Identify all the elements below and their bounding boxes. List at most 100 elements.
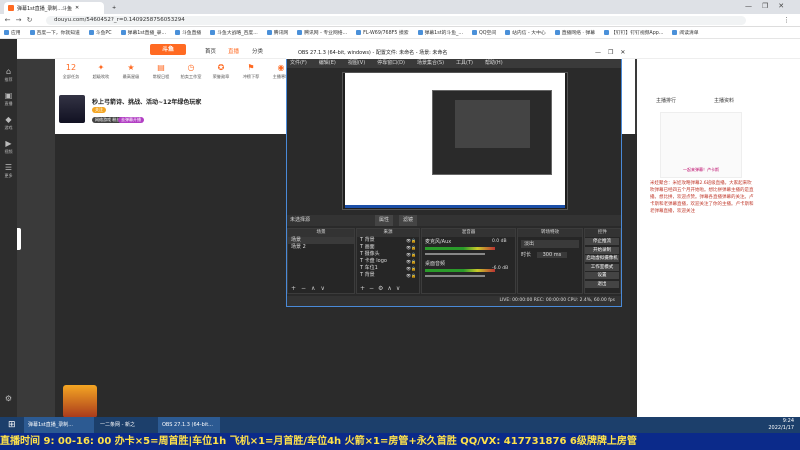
volume-slider[interactable] [425, 275, 485, 277]
scene-item[interactable]: 场景 2 [288, 244, 354, 251]
source-item[interactable]: T 背景 👁🔒 [357, 237, 419, 244]
bookmark-icon [297, 30, 303, 35]
duration-input[interactable]: 300 ms [536, 252, 568, 258]
bookmark-label: FL-W69/768F5 摸索 [363, 31, 409, 36]
bookmark-item[interactable]: 弹幕1st直播_录... [120, 29, 166, 36]
source-item[interactable]: T 背景 👁🔒 [357, 272, 419, 279]
visibility-lock-icon[interactable]: 👁🔒 [406, 244, 416, 251]
douyu-logo[interactable]: 斗鱼 [150, 44, 186, 55]
nav-home[interactable]: 首页 [205, 47, 216, 55]
visibility-lock-icon[interactable]: 👁🔒 [406, 251, 416, 258]
header-item[interactable]: 12 全部任务 [58, 62, 84, 84]
source-item[interactable]: T 摄像头 👁🔒 [357, 251, 419, 258]
source-item[interactable]: T 车位1 👁🔒 [357, 265, 419, 272]
obs-menu-item[interactable]: 停靠窗口(D) [377, 59, 405, 68]
header-item[interactable]: ✦ 超级吹吹 [88, 62, 114, 84]
header-item-label: 荣誉勋章 [212, 74, 230, 79]
bookmark-item[interactable]: 斗鱼PC [88, 29, 112, 36]
scene-item[interactable]: 场景 [288, 237, 354, 244]
sidebar-item-live[interactable]: ▣ 直播 [2, 91, 15, 111]
tab-anchor-rank[interactable]: 主播排行 [656, 97, 676, 104]
nav-category[interactable]: 分类 [252, 47, 263, 55]
close-icon[interactable]: ✕ [75, 5, 79, 11]
status-badge[interactable]: 关注 [92, 107, 106, 113]
nav-live[interactable]: 直播 [228, 47, 239, 55]
obs-window-controls[interactable]: —❐✕ [595, 49, 632, 56]
source-item[interactable]: T 卡盘 logo 👁🔒 [357, 258, 419, 265]
bookmark-item[interactable]: 斗鱼大战略_百度... [210, 29, 258, 36]
obs-menu-item[interactable]: 编辑(E) [319, 59, 336, 68]
transitions-title: 转场特效 [518, 229, 582, 237]
header-item[interactable]: ✪ 荣誉勋章 [208, 62, 234, 84]
bookmark-item[interactable]: 应用 [4, 29, 21, 36]
obs-control-button[interactable]: 设置 [585, 272, 619, 279]
douyu-favicon-icon [8, 5, 14, 11]
sidebar-item-home[interactable]: ⌂ 推荐 [2, 67, 15, 87]
bookmark-item[interactable]: 直播网络 · 弹幕 [554, 29, 595, 36]
browser-tab[interactable]: 弹幕1st直播_录制...斗鱼 ✕ [4, 2, 104, 14]
tab-anchor-info[interactable]: 主播资料 [714, 97, 734, 104]
controls-title: 控件 [585, 229, 620, 237]
bookmark-item[interactable]: 【钉钉】钉钉视频App... [604, 29, 663, 36]
start-icon[interactable]: ⊞ [4, 417, 18, 433]
taskbar-app-chrome[interactable]: 弹幕1st直播_录制... [24, 417, 94, 433]
avatar[interactable] [59, 95, 85, 123]
bookmark-item[interactable]: 腾讯网 - 专业网络... [297, 29, 347, 36]
window-controls[interactable]: —❐✕ [745, 2, 794, 10]
visibility-lock-icon[interactable]: 👁🔒 [406, 265, 416, 272]
taskbar-app-obs[interactable]: OBS 27.1.3 (64-bit... [158, 417, 220, 433]
header-item[interactable]: ⚑ 冲榜下荐 [238, 62, 264, 84]
filters-button[interactable]: 滤镜 [399, 215, 418, 226]
barrage-badge[interactable]: 去弹幕开播 [118, 117, 144, 123]
sidebar-item-more[interactable]: ☰ 更多 [2, 163, 15, 183]
source-item[interactable]: T 画面 👁🔒 [357, 244, 419, 251]
obs-control-button[interactable]: 启动虚拟摄像机 [585, 255, 619, 262]
header-item[interactable]: ★ 最高星级 [118, 62, 144, 84]
sidebar-item-video[interactable]: ▶ 视频 [2, 139, 15, 159]
header-item-icon: ★ [127, 63, 135, 72]
tab-label: 弹幕1st直播_录制...斗鱼 [17, 5, 73, 12]
obs-menu-item[interactable]: 帮助(H) [485, 59, 503, 68]
properties-button[interactable]: 属性 [375, 215, 394, 226]
obs-menu-item[interactable]: 工具(T) [456, 59, 473, 68]
bookmark-item[interactable]: 站内信 - 大中心 [505, 29, 546, 36]
header-item[interactable]: ◷ 拍卖工作室 [178, 62, 204, 84]
bookmark-item[interactable]: 斗鱼直播 [175, 29, 201, 36]
url-input[interactable]: douyu.com/5460452?_r=0.1409258756053294 [46, 16, 746, 25]
forward-icon[interactable]: → [14, 16, 23, 25]
obs-control-button[interactable]: 开始录制 [585, 246, 619, 254]
gift-banner-image[interactable] [63, 385, 97, 418]
bookmark-item[interactable]: 腾讯网 [266, 29, 288, 36]
reload-icon[interactable]: ↻ [25, 16, 34, 25]
obs-control-button[interactable]: 工作室模式 [585, 263, 619, 271]
volume-slider[interactable] [425, 253, 485, 255]
sidebar-collapse-handle[interactable] [17, 228, 21, 250]
header-item[interactable]: ▤ 常规日程 [148, 62, 174, 84]
sidebar-item-settings[interactable]: ⚙ [2, 394, 15, 414]
bookmark-item[interactable]: 阅读清单 [672, 29, 699, 36]
visibility-lock-icon[interactable]: 👁🔒 [406, 237, 416, 244]
visibility-lock-icon[interactable]: 👁🔒 [406, 272, 416, 279]
obs-menu-item[interactable]: 视图(V) [348, 59, 365, 68]
bookmark-icon [4, 30, 9, 35]
bookmark-label: 弹幕1st的斗鱼_... [424, 31, 463, 36]
bookmark-item[interactable]: QQ空间 [471, 29, 496, 36]
transition-select[interactable]: 淡出 [521, 240, 579, 248]
bookmark-item[interactable]: 百度一下，你就知道 [29, 29, 80, 36]
bookmark-item[interactable]: FL-W69/768F5 摸索 [356, 29, 409, 36]
scene-add-remove-controls[interactable]: +−∧∨ [291, 285, 330, 292]
menu-icon[interactable]: ⋮ [782, 16, 791, 25]
back-icon[interactable]: ← [3, 16, 12, 25]
scenes-title: 场景 [288, 229, 354, 237]
source-add-remove-controls[interactable]: +−⚙∧∨ [360, 285, 404, 292]
obs-control-button[interactable]: 退出 [585, 280, 619, 288]
new-tab-button[interactable]: + [108, 2, 118, 14]
bookmark-item[interactable]: 弹幕1st的斗鱼_... [417, 29, 463, 36]
sidebar-item-game[interactable]: ◆ 游戏 [2, 115, 15, 135]
duration-row: 时长 300 ms [521, 251, 579, 258]
taskbar-app-browser[interactable]: 一二条网 - 新之 [96, 417, 156, 433]
obs-control-button[interactable]: 停止推流 [585, 238, 619, 245]
obs-menu-item[interactable]: 场景集合(S) [417, 59, 444, 68]
obs-menu-item[interactable]: 文件(F) [290, 59, 307, 68]
visibility-lock-icon[interactable]: 👁🔒 [406, 258, 416, 265]
